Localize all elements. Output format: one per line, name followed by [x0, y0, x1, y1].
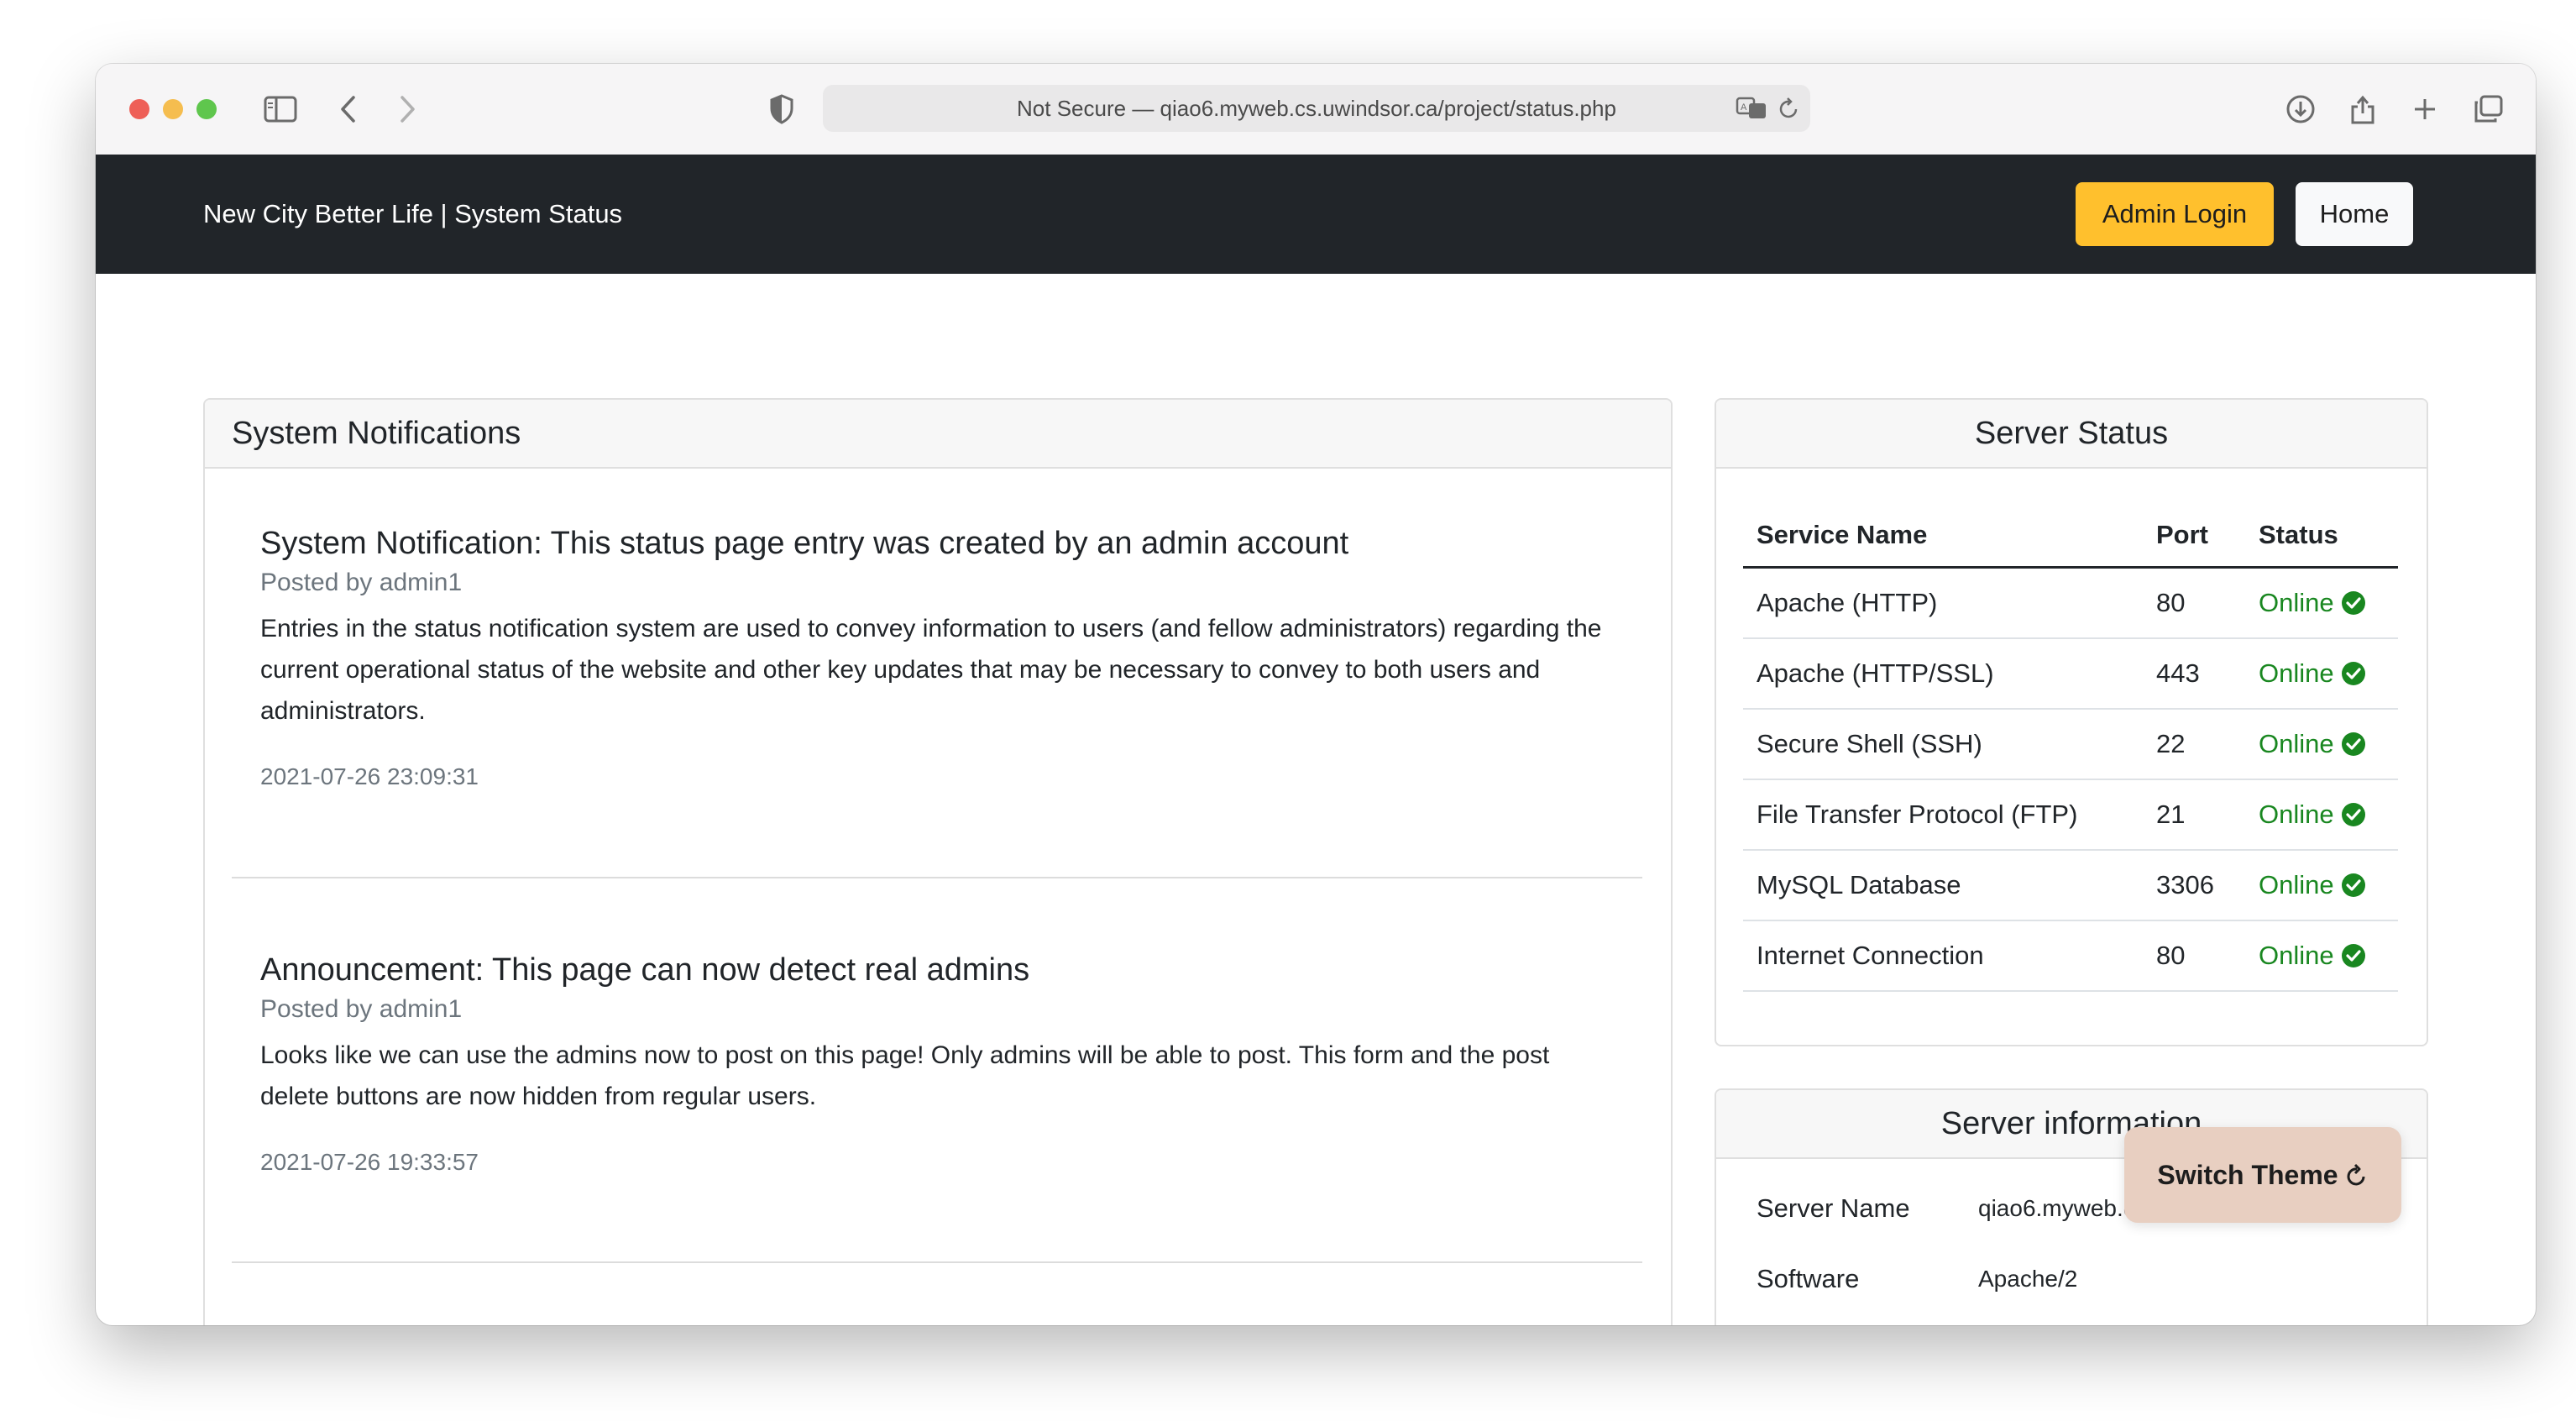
share-icon[interactable]	[2348, 91, 2378, 128]
post-title: Announcement: This page can now detect r…	[260, 952, 1030, 988]
table-row: MySQL Database 3306 Online	[1743, 851, 2398, 921]
service-port: 21	[2156, 800, 2186, 829]
service-status: Online	[2259, 569, 2366, 637]
post-body: Entries in the status notification syste…	[260, 615, 1602, 725]
table-row: Apache (HTTP/SSL) 443 Online	[1743, 639, 2398, 710]
service-status: Online	[2259, 851, 2366, 920]
notifications-card: System Notifications System Notification…	[203, 398, 1673, 1325]
new-tab-icon[interactable]	[2410, 91, 2440, 128]
home-button[interactable]: Home	[2296, 182, 2413, 246]
table-row: Secure Shell (SSH) 22 Online	[1743, 710, 2398, 780]
refresh-icon	[2347, 1163, 2365, 1186]
close-window-button[interactable]	[129, 99, 149, 119]
post-body: Looks like we can use the admins now to …	[260, 1041, 1550, 1110]
info-label: Server Name	[1757, 1193, 1910, 1223]
table-row: Internet Connection 80 Online	[1743, 921, 2398, 992]
info-label: Software	[1757, 1264, 1860, 1293]
switch-theme-button[interactable]: Switch Theme	[2124, 1127, 2401, 1223]
switch-theme-label: Switch Theme	[2157, 1159, 2338, 1190]
check-circle-icon	[2341, 662, 2365, 685]
zoom-window-button[interactable]	[196, 99, 217, 119]
service-name: Internet Connection	[1757, 941, 1984, 970]
service-status: Online	[2259, 780, 2366, 849]
post-author: Posted by admin1	[260, 569, 463, 596]
tab-overview-icon[interactable]	[2472, 91, 2505, 128]
table-header-row: Service Name Port Status	[1743, 504, 2398, 569]
notification-post: Announcement: This page can now detect r…	[260, 949, 1620, 1179]
server-status-title: Server Status	[1974, 416, 2169, 451]
server-status-card: Server Status Service Name Port Status A…	[1715, 398, 2428, 1046]
post-title: System Notification: This status page en…	[260, 526, 1349, 561]
service-status: Online	[2259, 921, 2366, 990]
browser-toolbar: Not Secure — qiao6.myweb.cs.uwindsor.ca/…	[96, 64, 2536, 155]
info-value: Apache/2	[1978, 1266, 2078, 1292]
site-brand[interactable]: New City Better Life | System Status	[203, 155, 622, 274]
admin-login-button[interactable]: Admin Login	[2076, 182, 2274, 246]
post-date: 2021-07-26 19:33:57	[260, 1149, 479, 1175]
service-name: Apache (HTTP/SSL)	[1757, 658, 1994, 688]
service-port: 80	[2156, 588, 2186, 617]
check-circle-icon	[2341, 803, 2365, 826]
check-circle-icon	[2341, 732, 2365, 756]
status-text: Online	[2259, 870, 2334, 899]
minimize-window-button[interactable]	[163, 99, 183, 119]
sidebar-icon[interactable]	[262, 91, 299, 128]
status-text: Online	[2259, 800, 2334, 829]
status-text: Online	[2259, 658, 2334, 688]
downloads-icon[interactable]	[2284, 91, 2317, 128]
address-text: Not Secure — qiao6.myweb.cs.uwindsor.ca/…	[1017, 96, 1616, 121]
server-status-card-header: Server Status	[1716, 400, 2427, 469]
service-port: 22	[2156, 729, 2186, 758]
column-header-status: Status	[2259, 520, 2338, 549]
post-author: Posted by admin1	[260, 995, 463, 1023]
back-icon[interactable]	[336, 91, 361, 128]
status-text: Online	[2259, 729, 2334, 758]
service-status: Online	[2259, 639, 2366, 708]
service-name: File Transfer Protocol (FTP)	[1757, 800, 2078, 829]
post-divider	[232, 1261, 1642, 1263]
service-port: 443	[2156, 658, 2200, 688]
service-port: 3306	[2156, 870, 2214, 899]
forward-icon[interactable]	[395, 91, 420, 128]
svg-text:A: A	[1741, 102, 1747, 113]
column-header-port: Port	[2156, 520, 2208, 549]
post-divider	[232, 877, 1642, 878]
service-port: 80	[2156, 941, 2186, 970]
check-circle-icon	[2341, 944, 2365, 967]
check-circle-icon	[2341, 591, 2365, 615]
notifications-card-header: System Notifications	[205, 400, 1671, 469]
service-name: Secure Shell (SSH)	[1757, 729, 1982, 758]
service-name: MySQL Database	[1757, 870, 1961, 899]
address-bar[interactable]: Not Secure — qiao6.myweb.cs.uwindsor.ca/…	[823, 85, 1810, 132]
table-row: File Transfer Protocol (FTP) 21 Online	[1743, 780, 2398, 851]
status-text: Online	[2259, 588, 2334, 617]
notification-post: System Notification: This status page en…	[260, 522, 1620, 794]
translate-icon[interactable]: A	[1735, 90, 1768, 127]
server-status-table: Service Name Port Status Apache (HTTP) 8…	[1743, 504, 2398, 992]
site-navbar: New City Better Life | System Status Adm…	[96, 155, 2536, 274]
service-status: Online	[2259, 710, 2366, 779]
post-date: 2021-07-26 23:09:31	[260, 763, 479, 789]
status-text: Online	[2259, 941, 2334, 970]
table-row: Apache (HTTP) 80 Online	[1743, 569, 2398, 639]
shield-icon[interactable]	[767, 91, 796, 128]
notifications-title: System Notifications	[232, 416, 521, 451]
check-circle-icon	[2341, 873, 2365, 897]
column-header-service: Service Name	[1757, 520, 1928, 549]
reload-icon[interactable]	[1777, 90, 1802, 127]
service-name: Apache (HTTP)	[1757, 588, 1938, 617]
